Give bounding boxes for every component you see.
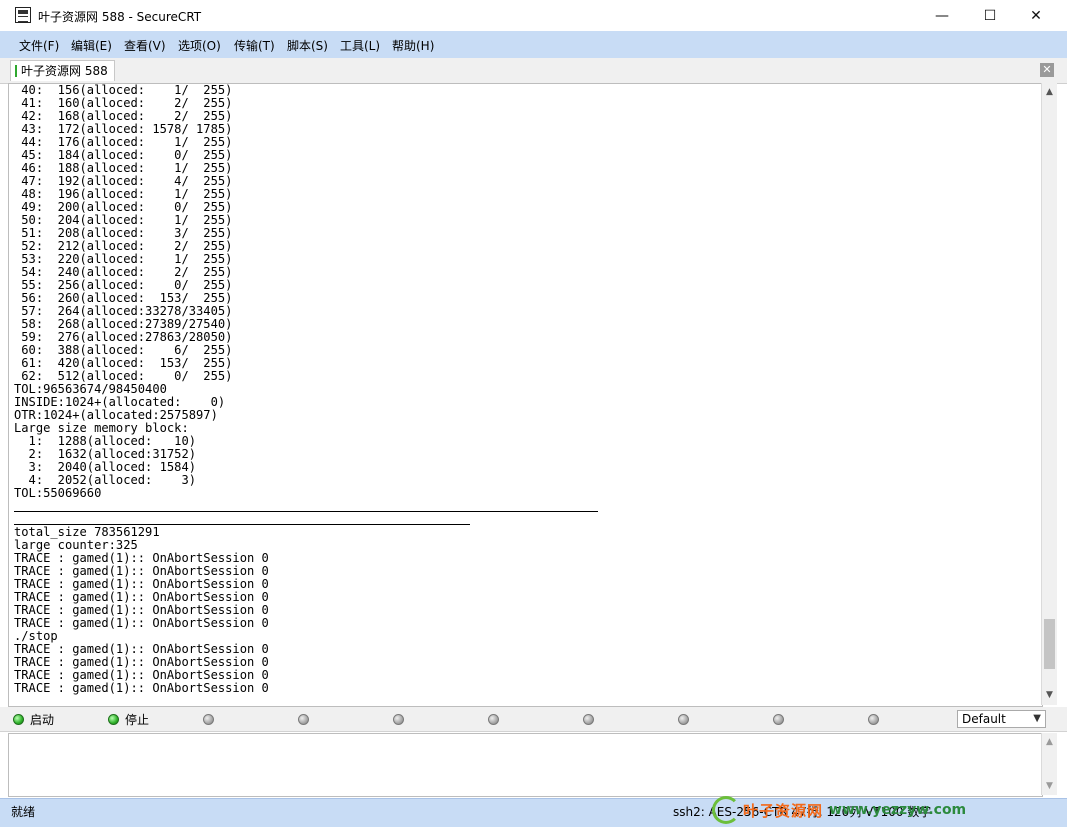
green-led-icon (108, 713, 119, 725)
menu-help[interactable]: 帮助(H) (392, 37, 434, 54)
empty-button-slot[interactable] (583, 711, 600, 727)
gray-led-icon (678, 713, 689, 725)
menu-bar: 文件(F) 编辑(E) 查看(V) 选项(O) 传输(T) 脚本(S) 工具(L… (0, 31, 1067, 59)
scroll-up-icon[interactable]: ▲ (1042, 85, 1057, 100)
close-button[interactable]: ✕ (1013, 0, 1059, 31)
start-button[interactable]: 启动 (13, 711, 54, 727)
green-led-icon (13, 713, 24, 725)
empty-button-slot[interactable] (298, 711, 315, 727)
title-bar: 叶子资源网 588 - SecureCRT — ☐ ✕ (0, 0, 1067, 31)
scroll-up-icon[interactable]: ▲ (1042, 735, 1057, 749)
maximize-button[interactable]: ☐ (967, 0, 1013, 31)
button-bar-select-value: Default (962, 712, 1006, 726)
empty-button-slot[interactable] (678, 711, 695, 727)
menu-edit[interactable]: 编辑(E) (71, 37, 112, 54)
stop-button[interactable]: 停止 (108, 711, 149, 727)
empty-button-slot[interactable] (773, 711, 790, 727)
close-tab-icon[interactable]: ✕ (1040, 63, 1054, 77)
gray-led-icon (583, 713, 594, 725)
status-ready-text: 就绪 (11, 805, 36, 819)
button-bar-select[interactable]: Default ▼ (957, 710, 1046, 728)
minimize-button[interactable]: — (919, 0, 965, 31)
command-window-input[interactable] (8, 733, 1043, 797)
window-title: 叶子资源网 588 - SecureCRT (38, 10, 202, 24)
gray-led-icon (393, 713, 404, 725)
scroll-down-icon[interactable]: ▼ (1042, 779, 1057, 793)
menu-file[interactable]: 文件(F) (19, 37, 59, 54)
empty-button-slot[interactable] (203, 711, 220, 727)
securecrt-app-icon[interactable] (15, 7, 31, 23)
gray-led-icon (203, 713, 214, 725)
terminal-output[interactable]: 40: 156(alloced: 1/ 255) 41: 160(alloced… (8, 83, 1043, 707)
empty-button-slot[interactable] (868, 711, 885, 727)
separator-line (14, 511, 598, 512)
watermark-cn-text: 叶子资源网 (743, 801, 824, 820)
gray-led-icon (298, 713, 309, 725)
command-window-scrollbar[interactable]: ▲ ▼ (1041, 733, 1057, 795)
scrollbar-thumb[interactable] (1044, 619, 1055, 669)
chevron-down-icon: ▼ (1033, 713, 1041, 724)
separator-line (14, 524, 470, 525)
empty-button-slot[interactable] (393, 711, 410, 727)
gray-led-icon (488, 713, 499, 725)
empty-button-slot[interactable] (488, 711, 505, 727)
terminal-scrollbar[interactable]: ▲ ▼ (1041, 83, 1057, 705)
gray-led-icon (773, 713, 784, 725)
site-watermark: 叶子资源网 www.yezzyw.com (712, 795, 1042, 825)
terminal-line: TRACE : gamed(1):: OnAbortSession 0 (14, 681, 269, 695)
gray-led-icon (868, 713, 879, 725)
button-bar: 启动 停止 Default ▼ (0, 707, 1067, 732)
menu-tools[interactable]: 工具(L) (340, 37, 380, 54)
start-label: 启动 (30, 712, 55, 727)
session-tab[interactable]: 叶子资源网 588 (10, 60, 115, 81)
terminal-lines: 40: 156(alloced: 1/ 255) 41: 160(alloced… (9, 84, 269, 695)
session-tab-label: 叶子资源网 588 (21, 64, 108, 78)
watermark-logo-icon (712, 796, 740, 824)
session-tab-bar: 叶子资源网 588 ✕ (0, 58, 1067, 84)
menu-view[interactable]: 查看(V) (124, 37, 166, 54)
stop-label: 停止 (125, 712, 150, 727)
watermark-url-text: www.yezzyw.com (829, 802, 967, 818)
menu-transfer[interactable]: 传输(T) (234, 37, 275, 54)
menu-script[interactable]: 脚本(S) (287, 37, 328, 54)
menu-options[interactable]: 选项(O) (178, 37, 221, 54)
terminal-line: TOL:55069660 (14, 486, 102, 500)
scroll-down-icon[interactable]: ▼ (1042, 688, 1057, 703)
